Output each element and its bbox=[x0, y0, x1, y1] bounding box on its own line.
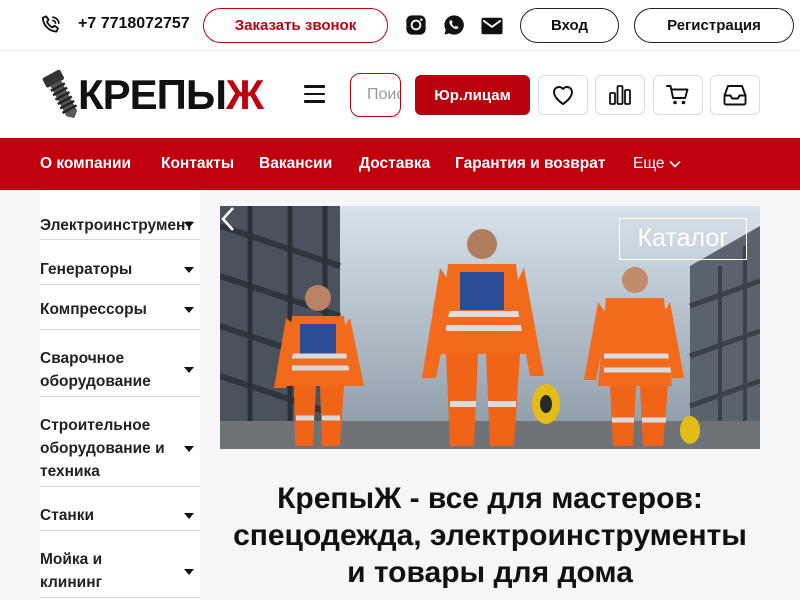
compare-button[interactable] bbox=[595, 75, 645, 115]
menu-burger-icon[interactable] bbox=[304, 85, 326, 103]
hero-banner[interactable]: Каталог bbox=[220, 206, 760, 449]
caret-down-icon[interactable] bbox=[184, 367, 194, 373]
bolt-logo-icon bbox=[42, 69, 78, 118]
chevron-down-icon bbox=[668, 160, 681, 168]
site-logo[interactable]: КРЕПЫЖ bbox=[42, 69, 277, 121]
category-item-welding[interactable]: Сварочное оборудование bbox=[40, 330, 200, 397]
cart-icon bbox=[666, 85, 689, 105]
catalog-tag[interactable]: Каталог bbox=[619, 218, 747, 260]
category-label: Генераторы bbox=[40, 261, 133, 278]
page-headline: КрепыЖ - все для мастеров: спецодежда, э… bbox=[233, 482, 747, 589]
nav-item-warranty[interactable]: Гарантия и возврат bbox=[455, 155, 605, 173]
inbox-icon bbox=[723, 85, 747, 106]
category-item-compressors[interactable]: Компрессоры bbox=[40, 285, 200, 330]
legal-entities-button[interactable]: Юр.лицам bbox=[415, 75, 530, 115]
category-label: Компрессоры bbox=[40, 301, 147, 318]
phone-number-link[interactable]: +7 7718072757 bbox=[78, 15, 190, 33]
category-label: Сварочное оборудование bbox=[40, 350, 151, 390]
nav-item-contacts[interactable]: Контакты bbox=[161, 155, 234, 173]
category-label: Мойка и клининг bbox=[40, 551, 103, 591]
caret-down-icon[interactable] bbox=[184, 267, 194, 273]
search-input[interactable] bbox=[350, 73, 401, 117]
top-bar: +7 7718072757 Заказать звонок Вход Регис… bbox=[0, 0, 800, 51]
caret-down-icon[interactable] bbox=[184, 569, 194, 575]
caret-down-icon[interactable] bbox=[184, 222, 194, 228]
logo-text: КРЕПЫЖ bbox=[78, 71, 264, 118]
main-nav: О компании Контакты Вакансии Доставка Га… bbox=[0, 138, 800, 190]
register-button[interactable]: Регистрация bbox=[634, 8, 794, 43]
category-label: Станки bbox=[40, 507, 95, 524]
caret-down-icon[interactable] bbox=[184, 307, 194, 313]
nav-item-vacancies[interactable]: Вакансии bbox=[259, 155, 332, 173]
login-button[interactable]: Вход bbox=[520, 8, 619, 43]
category-label: Электроинструмент bbox=[40, 217, 194, 234]
phone-icon[interactable] bbox=[40, 14, 62, 36]
heart-icon bbox=[553, 86, 573, 105]
compare-icon bbox=[609, 85, 631, 105]
nav-item-delivery[interactable]: Доставка bbox=[359, 155, 430, 173]
category-item-construction[interactable]: Строительное оборудование и техника bbox=[40, 397, 200, 487]
category-sidebar: Электроинструмент Генераторы Компрессоры… bbox=[40, 190, 200, 600]
nav-more-label: Еще bbox=[633, 155, 665, 172]
category-item-cleaning[interactable]: Мойка и клининг bbox=[40, 531, 200, 598]
instagram-icon[interactable] bbox=[405, 14, 427, 36]
caret-down-icon[interactable] bbox=[184, 446, 194, 452]
header: КРЕПЫЖ Юр.лицам bbox=[0, 51, 800, 138]
caret-down-icon[interactable] bbox=[184, 513, 194, 519]
category-item-power-tools[interactable]: Электроинструмент bbox=[40, 190, 200, 240]
whatsapp-icon[interactable] bbox=[443, 14, 465, 36]
category-label: Строительное оборудование и техника bbox=[40, 417, 165, 480]
category-item-machines[interactable]: Станки bbox=[40, 487, 200, 531]
mail-icon[interactable] bbox=[481, 15, 503, 37]
cart-button[interactable] bbox=[653, 75, 703, 115]
order-callback-button[interactable]: Заказать звонок bbox=[203, 8, 388, 43]
category-item-generators[interactable]: Генераторы bbox=[40, 240, 200, 285]
favorites-button[interactable] bbox=[538, 75, 588, 115]
nav-item-about[interactable]: О компании bbox=[40, 155, 131, 173]
inbox-button[interactable] bbox=[710, 75, 760, 115]
nav-more-dropdown[interactable]: Еще bbox=[633, 155, 681, 173]
chevron-left-icon[interactable] bbox=[220, 206, 236, 232]
